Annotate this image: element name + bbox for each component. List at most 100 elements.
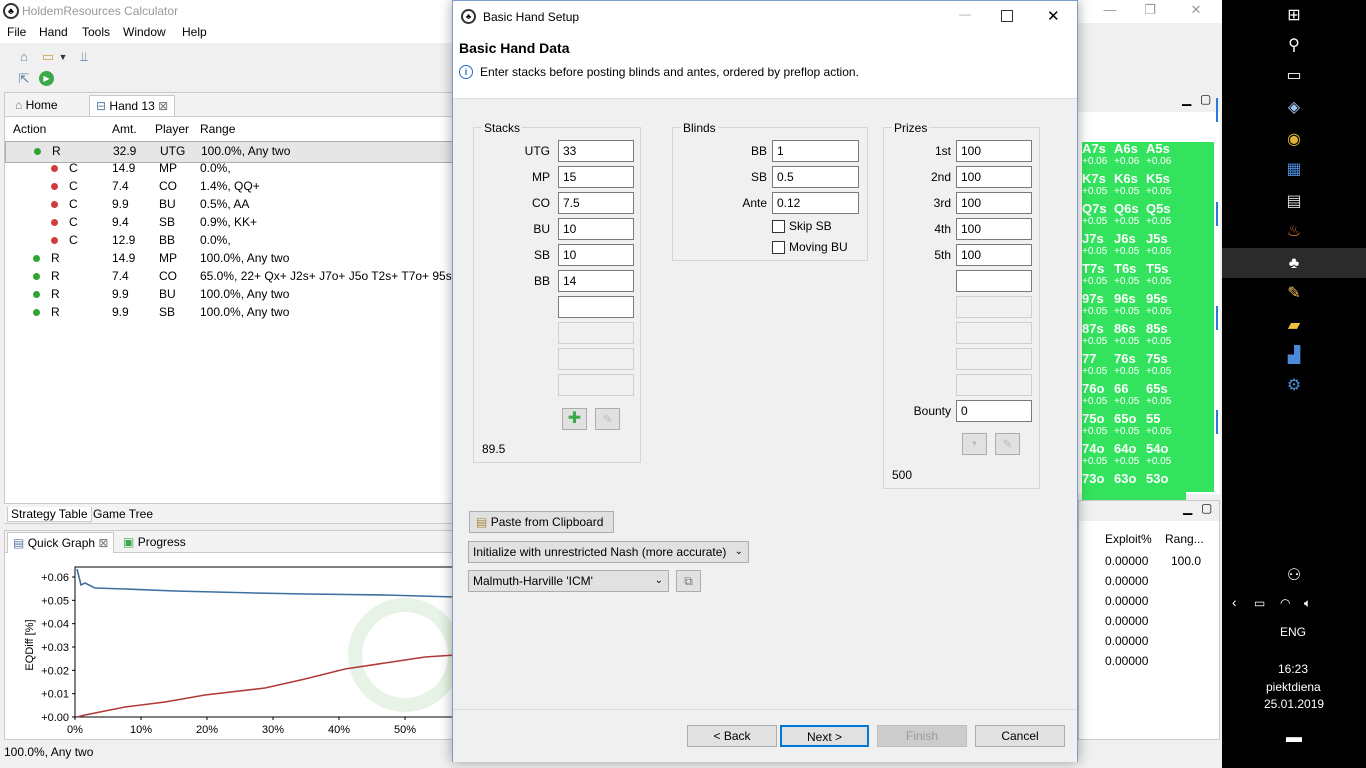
windows-start-icon[interactable]: ⊞ <box>1282 4 1306 28</box>
skip-sb-checkbox[interactable] <box>772 220 785 233</box>
col-player[interactable]: Player <box>155 122 189 136</box>
language-indicator[interactable]: ENG <box>1280 625 1306 639</box>
notepad-icon[interactable]: ▤ <box>1282 190 1306 214</box>
minimize-icon[interactable]: — <box>1100 2 1120 20</box>
task-view-icon[interactable]: ▭ <box>1282 64 1306 88</box>
clock-date[interactable]: 25.01.2019 <box>1264 697 1324 711</box>
hand-cell[interactable]: 65s +0.05 <box>1146 382 1186 412</box>
hand-cell[interactable]: T5s +0.05 <box>1146 262 1186 292</box>
paste-clipboard-button[interactable]: ▤ Paste from Clipboard <box>469 511 614 533</box>
java-icon[interactable]: ♨ <box>1282 220 1306 244</box>
maximize-panel-icon[interactable]: ▢ <box>1200 92 1211 106</box>
col-range[interactable]: Rang... <box>1165 532 1204 546</box>
clock-time[interactable]: 16:23 <box>1278 662 1308 676</box>
run-icon[interactable]: ▶ <box>39 71 54 86</box>
sb-input[interactable]: 0.5 <box>772 166 859 188</box>
clock-day[interactable]: piektdiena <box>1266 680 1321 694</box>
hand-cell[interactable]: 53o <box>1146 472 1186 502</box>
col-exploit[interactable]: Exploit% <box>1105 532 1152 546</box>
close-tab-icon[interactable]: ⊠ <box>98 536 108 550</box>
minimize-panel-icon[interactable]: ▁ <box>1182 92 1191 106</box>
menu-file[interactable]: File <box>7 25 26 39</box>
app-cube-icon[interactable]: ◈ <box>1282 96 1306 120</box>
chart-app-icon[interactable]: ▟ <box>1282 344 1306 368</box>
stack-input[interactable]: 33 <box>558 140 634 162</box>
table-row[interactable]: C 9.9 BU 0.5%, AA <box>5 195 457 213</box>
hand-cell[interactable]: 75s +0.05 <box>1146 352 1186 382</box>
table-row[interactable]: C 12.9 BB 0.0%, <box>5 231 457 249</box>
holdem-resources-icon[interactable]: ♣ <box>1282 252 1306 276</box>
menu-window[interactable]: Window <box>123 25 166 39</box>
stack-input[interactable]: 10 <box>558 218 634 240</box>
prize-input[interactable]: 100 <box>956 166 1032 188</box>
hand-cell[interactable]: 95s +0.05 <box>1146 292 1186 322</box>
volume-icon[interactable]: 🔈︎ <box>1304 596 1311 611</box>
people-icon[interactable]: ⚇ <box>1282 564 1306 588</box>
bounty-input[interactable]: 0 <box>956 400 1032 422</box>
tab-progress[interactable]: ▣ Progress <box>123 535 186 549</box>
ante-input[interactable]: 0.12 <box>772 192 859 214</box>
hand-cell[interactable]: 85s +0.05 <box>1146 322 1186 352</box>
col-range[interactable]: Range <box>200 122 235 136</box>
clear-stacks-button[interactable]: ✎ <box>595 408 620 430</box>
hand-cell[interactable]: J5s +0.05 <box>1146 232 1186 262</box>
stack-input[interactable]: 14 <box>558 270 634 292</box>
table-row[interactable]: C 9.4 SB 0.9%, KK+ <box>5 213 457 231</box>
maximize-panel-icon[interactable]: ▢ <box>1201 501 1212 515</box>
prize-down-button[interactable]: ▼ <box>962 433 987 455</box>
search-icon[interactable]: ⚲ <box>1282 34 1306 58</box>
moving-bu-checkbox[interactable] <box>772 241 785 254</box>
table-row[interactable]: C 7.4 CO 1.4%, QQ+ <box>5 177 457 195</box>
stack-input[interactable]: 15 <box>558 166 634 188</box>
prize-input[interactable]: 100 <box>956 192 1032 214</box>
minimize-icon[interactable]: — <box>959 7 971 21</box>
close-icon[interactable]: ✕ <box>1186 2 1206 20</box>
tab-hand[interactable]: ⊟ Hand 13 ⊠ <box>89 95 176 116</box>
prize-input[interactable]: 100 <box>956 218 1032 240</box>
prize-input[interactable] <box>956 270 1032 292</box>
next-button[interactable]: Next > <box>780 725 869 747</box>
col-action[interactable]: Action <box>13 122 46 136</box>
hand-cell[interactable]: A5s +0.06 <box>1146 142 1186 172</box>
hand-cell[interactable]: 54o +0.05 <box>1146 442 1186 472</box>
table-row[interactable]: R 7.4 CO 65.0%, 22+ Qx+ J2s+ J7o+ J5o T2s+ … <box>5 267 469 285</box>
icm-copy-button[interactable]: ⧉ <box>676 570 701 592</box>
dropdown-icon[interactable]: ▼ <box>58 49 68 65</box>
tray-chevron-icon[interactable]: ‹ <box>1232 594 1237 610</box>
table-row[interactable]: C 14.9 MP 0.0%, <box>5 159 457 177</box>
cancel-button[interactable]: Cancel <box>975 725 1065 747</box>
battery-icon[interactable]: ▭ <box>1254 596 1265 610</box>
stack-input[interactable] <box>558 296 634 318</box>
new-hand-icon[interactable]: ▭ <box>40 49 56 65</box>
restore-icon[interactable]: ❐ <box>1140 2 1160 20</box>
tab-game-tree[interactable]: Game Tree <box>93 507 153 521</box>
hand-cell[interactable]: Q5s +0.05 <box>1146 202 1186 232</box>
tab-strategy-table[interactable]: Strategy Table <box>7 507 92 522</box>
open-icon[interactable]: ⫫ <box>76 49 92 65</box>
bb-input[interactable]: 1 <box>772 140 859 162</box>
chrome-icon[interactable]: ◉ <box>1282 128 1306 152</box>
menu-tools[interactable]: Tools <box>82 25 110 39</box>
tab-quick-graph[interactable]: ▤ Quick Graph ⊠ <box>7 532 115 553</box>
icm-model-select[interactable]: Malmuth-Harville 'ICM' ⌄ <box>468 570 669 592</box>
table-row[interactable]: R 9.9 BU 100.0%, Any two <box>5 285 457 303</box>
menu-hand[interactable]: Hand <box>39 25 68 39</box>
init-method-select[interactable]: Initialize with unrestricted Nash (more … <box>468 541 749 563</box>
minimize-panel-icon[interactable]: ▁ <box>1183 501 1192 515</box>
clear-prizes-button[interactable]: ✎ <box>995 433 1020 455</box>
stack-input[interactable]: 10 <box>558 244 634 266</box>
prize-input[interactable]: 100 <box>956 140 1032 162</box>
notifications-icon[interactable]: ▬ <box>1282 726 1306 750</box>
close-tab-icon[interactable]: ⊠ <box>158 99 168 113</box>
calculator-icon[interactable]: ▦ <box>1282 158 1306 182</box>
stack-input[interactable]: 7.5 <box>558 192 634 214</box>
paint-icon[interactable]: ✎ <box>1282 282 1306 306</box>
maximize-icon[interactable] <box>1001 10 1013 22</box>
home-icon[interactable]: ⌂ <box>16 49 32 65</box>
hand-cell[interactable]: 55 +0.05 <box>1146 412 1186 442</box>
add-stack-button[interactable]: ✚ <box>562 408 587 430</box>
prize-input[interactable]: 100 <box>956 244 1032 266</box>
back-button[interactable]: < Back <box>687 725 777 747</box>
table-row[interactable]: R 9.9 SB 100.0%, Any two <box>5 303 457 321</box>
export-icon[interactable]: ⇱ <box>16 71 32 87</box>
